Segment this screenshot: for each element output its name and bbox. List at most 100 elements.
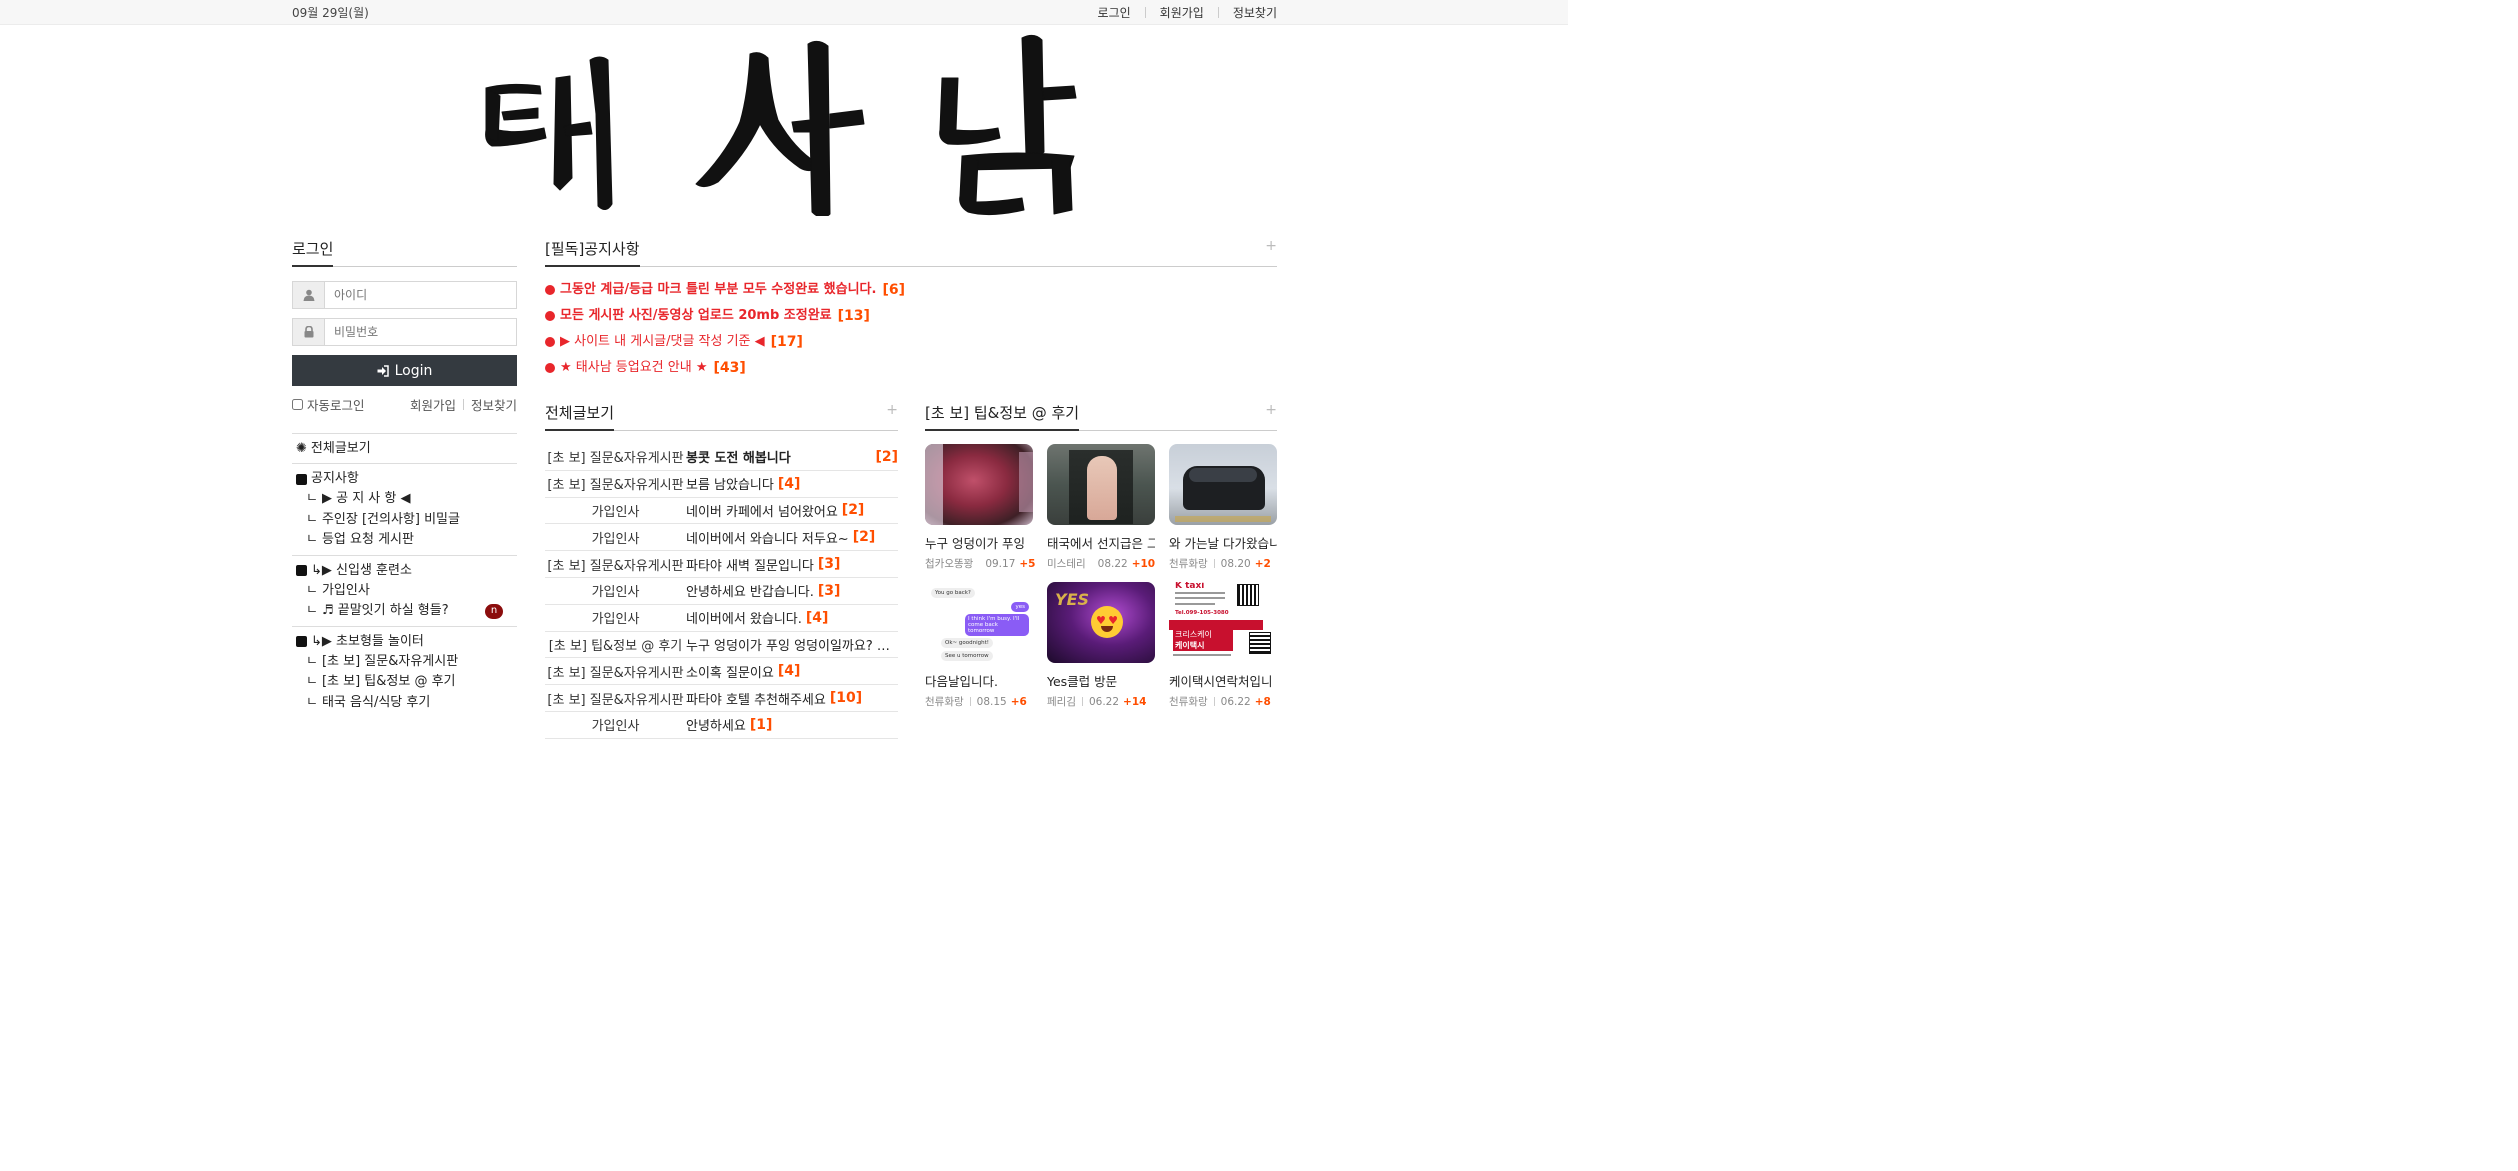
more-plus-icon[interactable]: + — [886, 402, 898, 418]
nav-notice[interactable]: 공지사항 — [292, 469, 517, 489]
join-link[interactable]: 회원가입 — [410, 395, 456, 414]
card-caption[interactable]: 와 가는날 다가왔습니 — [1169, 533, 1277, 552]
notice-item[interactable]: ★ 태사남 등업요건 안내 ★ [43] — [545, 355, 1277, 381]
gallery-card[interactable]: 와 가는날 다가왔습니 천류화랑 08.20 +2 — [1169, 444, 1277, 582]
nav-item-food[interactable]: ㄴ 태국 음식/식당 후기 — [292, 693, 517, 714]
post-category[interactable]: [초 보] 질문&자유게시판 — [545, 662, 686, 681]
post-title[interactable]: 소이혹 질문이요 — [686, 662, 774, 681]
post-title[interactable]: 안녕하세요 — [686, 715, 746, 734]
nav-newbie[interactable]: ↳▶ 신입생 훈련소 — [292, 561, 517, 581]
post-title[interactable]: 파타야 새벽 질문입니다 — [686, 555, 814, 574]
gallery-card[interactable]: 태국에서 선지급은 그 미스테리 08.22 +10 — [1047, 444, 1155, 582]
post-row[interactable]: 가입인사 네이버에서 와습니다 저두요~ [2] — [545, 524, 898, 552]
nav-item-qna[interactable]: ㄴ [초 보] 질문&자유게시판 — [292, 652, 517, 673]
post-category[interactable]: 가입인사 — [545, 715, 686, 734]
post-title[interactable]: 네이버 카페에서 넘어왔어요 — [686, 501, 838, 520]
site-logo[interactable] — [478, 34, 1090, 220]
comment-count: +6 — [1010, 695, 1027, 708]
notice-item[interactable]: ▶ 사이트 내 게시글/댓글 작성 기준 ◀ [17] — [545, 329, 1277, 355]
sub-arrow-icon: ㄴ — [306, 511, 318, 527]
thumbnail-image[interactable] — [925, 444, 1033, 525]
more-plus-icon[interactable]: + — [1265, 402, 1277, 418]
divider — [1213, 697, 1215, 706]
post-row[interactable]: 가입인사 네이버에서 왔습니다. [4] — [545, 605, 898, 632]
card-caption[interactable]: 다음날입니다. — [925, 671, 1033, 690]
post-row[interactable]: [초 보] 질문&자유게시판 소이혹 질문이요 [4] — [545, 658, 898, 686]
card-caption[interactable]: Yes클럽 방문 — [1047, 671, 1155, 690]
nav-item-level-request[interactable]: ㄴ 등업 요청 게시판 — [292, 530, 517, 551]
post-row[interactable]: [초 보] 질문&자유게시판 파타야 호텔 추천해주세요 [10] — [545, 685, 898, 712]
find-info-link[interactable]: 정보찾기 — [471, 395, 517, 414]
card-caption[interactable]: 케이택시연락처입니 — [1169, 671, 1277, 690]
comment-count: [17] — [770, 334, 803, 350]
sub-arrow-icon: ㄴ — [306, 532, 318, 547]
taxi-name: 크리스케이 케이택시 — [1173, 629, 1233, 651]
post-category[interactable]: 가입인사 — [545, 608, 686, 627]
comment-count: +14 — [1123, 695, 1147, 708]
post-title[interactable]: 봉콧 도전 해봅니다 — [686, 447, 871, 466]
thumbnail-image[interactable]: You go back? yes I think I'm busy. I'll … — [925, 582, 1033, 663]
post-category[interactable]: [초 보] 질문&자유게시판 — [545, 474, 686, 493]
post-row[interactable]: 가입인사 안녕하세요 반갑습니다. [3] — [545, 578, 898, 605]
comment-count: [6] — [882, 282, 905, 298]
sub-arrow-icon: ㄴ — [306, 653, 318, 669]
top-join-link[interactable]: 회원가입 — [1160, 4, 1204, 21]
thumbnail-image[interactable] — [1047, 444, 1155, 525]
post-title[interactable]: 파타야 호텔 추천해주세요 — [686, 689, 826, 708]
gallery-card[interactable]: K taxi Tel.099-105-3080 크리스케이 케이택시 케이택시연락… — [1169, 582, 1277, 720]
post-category[interactable]: [초 보] 질문&자유게시판 — [545, 689, 686, 708]
post-title[interactable]: 안녕하세요 반갑습니다. — [686, 581, 814, 600]
card-caption[interactable]: 누구 엉덩이가 푸잉 — [925, 533, 1033, 552]
divider — [1081, 697, 1083, 706]
gallery-card[interactable]: 누구 엉덩이가 푸잉 첩카오똥꽝 09.17 +5 — [925, 444, 1035, 582]
nav-item-tips[interactable]: ㄴ [초 보] 팁&정보 @ 후기 — [292, 672, 517, 693]
thumbnail-image[interactable]: YES ♥ ♥ — [1047, 582, 1155, 663]
post-row[interactable]: [초 보] 질문&자유게시판 파타야 새벽 질문입니다 [3] — [545, 551, 898, 578]
tips-title: [초 보] 팁&정보 @ 후기 + — [925, 402, 1277, 431]
nav-item-suggestions[interactable]: ㄴ 주인장 [건의사항] 비밀글 — [292, 510, 517, 531]
gallery-card[interactable]: YES ♥ ♥ Yes클럽 방문 페리김 06.22 +14 — [1047, 582, 1155, 720]
auto-login[interactable]: 자동로그인 — [292, 395, 365, 414]
post-row[interactable]: 가입인사 네이버 카페에서 넘어왔어요 [2] — [545, 498, 898, 525]
post-category[interactable]: 가입인사 — [545, 501, 686, 520]
comment-count: [2] — [841, 502, 865, 519]
post-title[interactable]: 네이버에서 와습니다 저두요~ — [686, 528, 849, 547]
post-category[interactable]: [초 보] 질문&자유게시판 — [545, 555, 686, 574]
notice-item[interactable]: 그동안 계급/등급 마크 틀린 부분 모두 수정완료 했습니다. [6] — [545, 277, 1277, 303]
date: 06.22 — [1220, 695, 1251, 708]
card-caption[interactable]: 태국에서 선지급은 그 — [1047, 533, 1155, 552]
post-category[interactable]: [초 보] 질문&자유게시판 — [545, 447, 686, 466]
post-row[interactable]: [초 보] 질문&자유게시판 봉콧 도전 해봅니다 [2] — [545, 444, 898, 471]
post-title[interactable]: 보름 남았습니다 — [686, 474, 774, 493]
thumbnail-image[interactable] — [1169, 444, 1277, 525]
post-row[interactable]: 가입인사 안녕하세요 [1] — [545, 712, 898, 739]
post-title[interactable]: 누구 엉덩이가 푸잉 엉덩이일까요? 맞춰보세요 — [686, 635, 898, 654]
nav-item-notice-board[interactable]: ㄴ ▶ 공 지 사 항 ◀ — [292, 489, 517, 510]
auto-login-checkbox[interactable] — [292, 399, 303, 410]
post-category[interactable]: 가입인사 — [545, 528, 686, 547]
gallery-card[interactable]: You go back? yes I think I'm busy. I'll … — [925, 582, 1033, 720]
post-category[interactable]: [초 보] 팁&정보 @ 후기 — [545, 635, 686, 654]
top-find-link[interactable]: 정보찾기 — [1233, 4, 1277, 21]
nav-item-word-chain[interactable]: ㄴ ♬ 끝말잇기 하실 형들? n — [292, 601, 517, 622]
login-button[interactable]: Login — [292, 355, 517, 386]
thumbnail-image[interactable]: K taxi Tel.099-105-3080 크리스케이 케이택시 — [1169, 582, 1277, 663]
nav-item-greetings[interactable]: ㄴ 가입인사 — [292, 581, 517, 602]
id-input[interactable] — [325, 282, 516, 308]
chat-bubble: yes — [1011, 602, 1029, 612]
sub-arrow-icon: ㄴ — [306, 694, 318, 710]
more-plus-icon[interactable]: + — [1265, 238, 1277, 254]
top-login-link[interactable]: 로그인 — [1098, 4, 1131, 21]
password-input[interactable] — [325, 319, 516, 345]
post-category[interactable]: 가입인사 — [545, 581, 686, 600]
divider — [1217, 7, 1219, 18]
user-icon — [293, 282, 325, 308]
notice-item[interactable]: 모든 게시판 사진/동영상 업로드 20mb 조정완료 [13] — [545, 303, 1277, 329]
notice-section: [필독]공지사항 + 그동안 계급/등급 마크 틀린 부분 모두 수정완료 했습… — [545, 238, 1277, 381]
post-title[interactable]: 네이버에서 왔습니다. — [686, 608, 802, 627]
nav-all-posts[interactable]: ✺ 전체글보기 — [292, 439, 517, 459]
nav-beginner[interactable]: ↳▶ 초보형들 놀이터 — [292, 632, 517, 652]
post-row[interactable]: [초 보] 팁&정보 @ 후기누구 엉덩이가 푸잉 엉덩이일까요? 맞춰보세요 — [545, 632, 898, 659]
post-row[interactable]: [초 보] 질문&자유게시판 보름 남았습니다 [4] — [545, 471, 898, 498]
category-nav: ✺ 전체글보기 공지사항 ㄴ ▶ 공 지 사 항 ◀ ㄴ 주인장 [건의사항] 비밀… — [292, 433, 517, 717]
